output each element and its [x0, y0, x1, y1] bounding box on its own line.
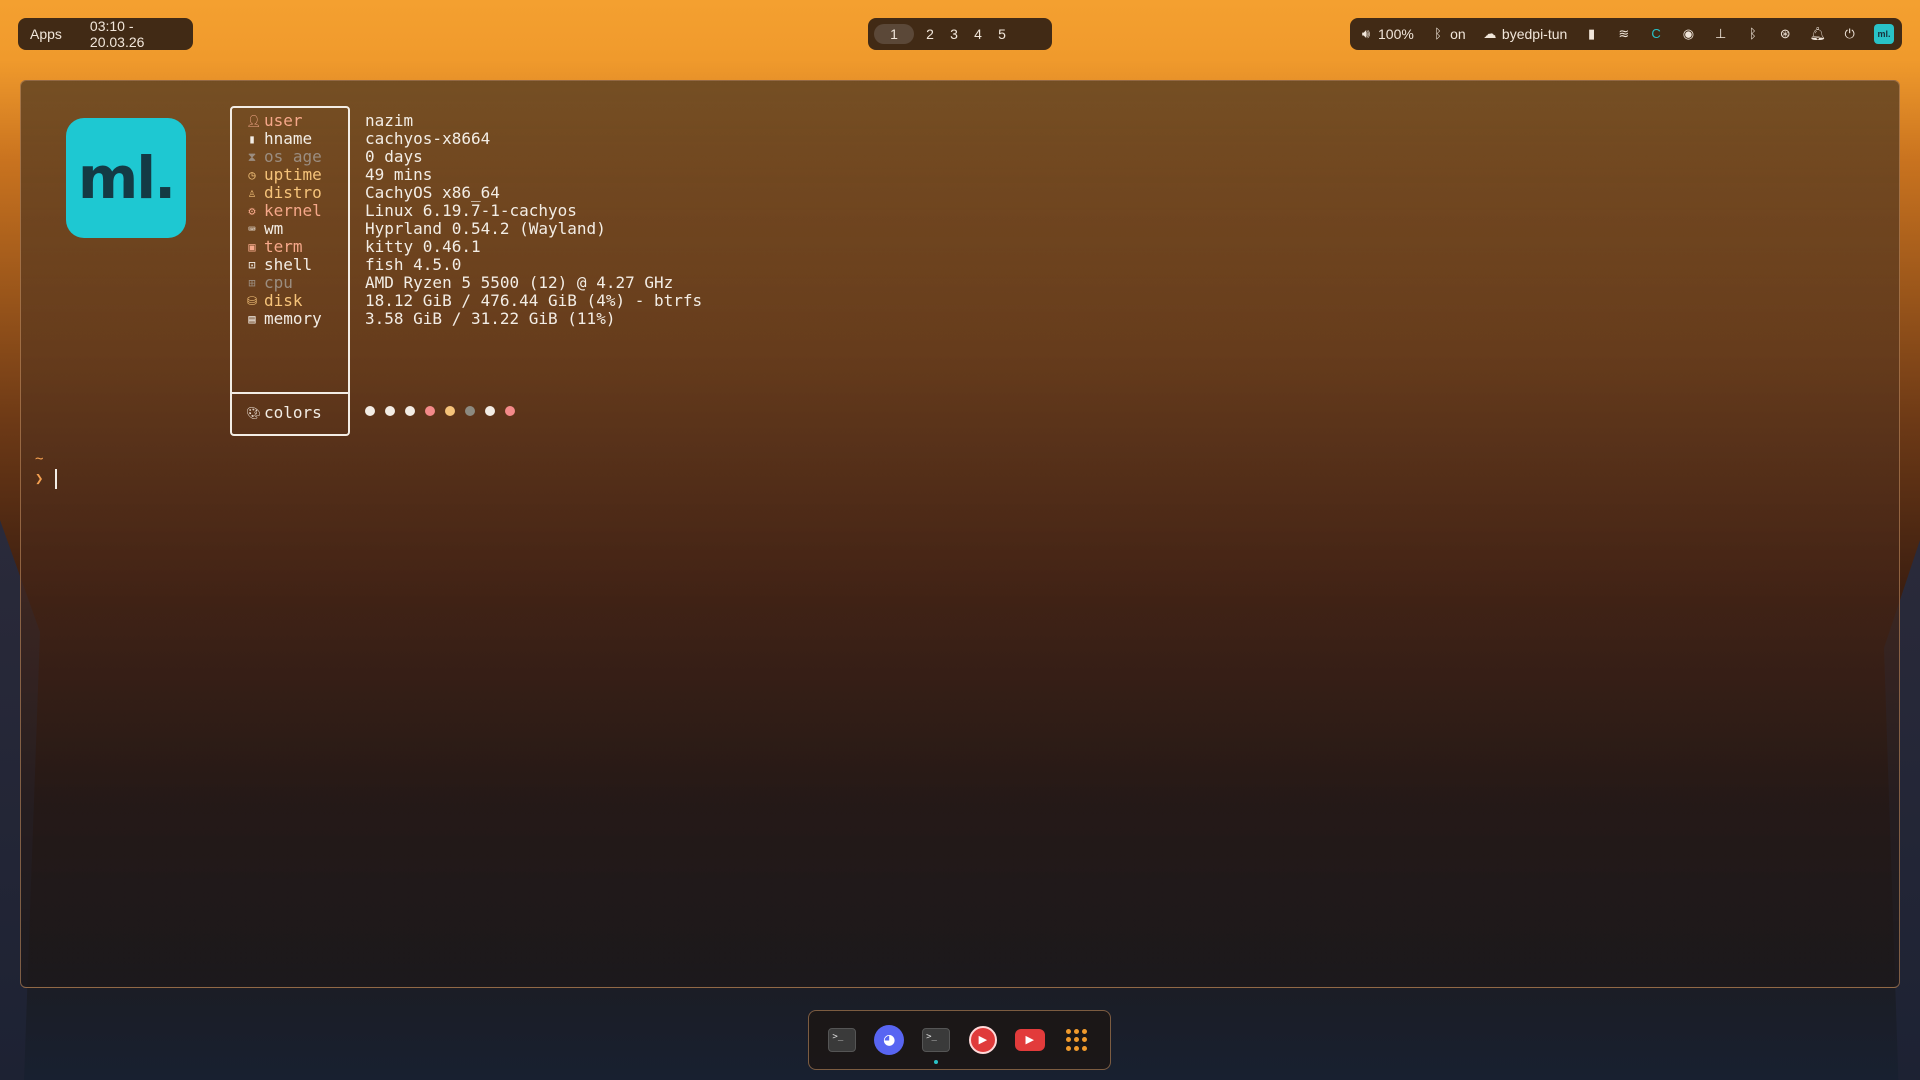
kitty-icon: ▣	[248, 240, 256, 254]
workspace-3[interactable]: 3	[942, 26, 966, 42]
network-tree-icon[interactable]: ⊥	[1713, 26, 1729, 42]
palette-icon: 🎨︎	[246, 406, 262, 420]
box-divider	[232, 392, 348, 394]
clock-icon: ◷	[248, 168, 256, 182]
info-value-memory: 3.58 GiB / 31.22 GiB (11%)	[365, 309, 616, 328]
system-tray: 🔊︎ 100% ᛒ on ☁︎ byedpi-tun ▮ ≋ C ◉ ⊥ ᛒ ⊛…	[1350, 18, 1902, 50]
layers-icon[interactable]: ≋	[1616, 26, 1632, 42]
text-cursor	[55, 469, 57, 489]
power-icon[interactable]: ⏻	[1842, 26, 1858, 42]
cachyos-tray-icon[interactable]: C	[1648, 26, 1664, 42]
youtube-icon: ▶	[1014, 1029, 1045, 1051]
vpn-name: byedpi-tun	[1501, 26, 1568, 42]
grid-icon	[1065, 1029, 1088, 1051]
workspace-5[interactable]: 5	[990, 26, 1014, 42]
volume-control[interactable]: 🔊︎ 100%	[1358, 26, 1414, 42]
palette-dot-2	[385, 406, 395, 416]
workspace-2[interactable]: 2	[918, 26, 942, 42]
bluetooth-icon: ᛒ	[1434, 26, 1442, 41]
workspace-switcher: 1 2 3 4 5	[868, 18, 1052, 50]
host-icon: ▮	[248, 132, 256, 146]
info-label-memory: ▤ memory	[246, 308, 322, 330]
memory-icon: ▤	[248, 312, 256, 326]
prompt-directory: ~	[35, 451, 44, 467]
dock: >_ ◕ >_ ▶ ▶	[808, 1010, 1111, 1070]
terminal-window[interactable]: ml. 👤︎ user ▮ hname ⧗ os age ◷ uptime ♙ distro ⚙ ke…	[20, 80, 1900, 988]
info-label-text: memory	[264, 309, 322, 328]
terminal-icon: ⊡	[248, 258, 256, 272]
record-icon: ▶	[968, 1026, 997, 1054]
colors-label: colors	[264, 403, 322, 422]
palette-dot-7	[485, 406, 495, 416]
steam-tray-icon[interactable]: ⊛	[1777, 26, 1793, 42]
apps-button[interactable]: Apps	[30, 26, 62, 42]
bluetooth-tray-icon[interactable]: ᛒ	[1745, 26, 1761, 42]
dock-terminal-1[interactable]: >_	[826, 1024, 858, 1056]
cpu-icon: ⊞	[248, 276, 256, 290]
workspace-1[interactable]: 1	[874, 24, 914, 44]
keyboard-icon: ⌨	[248, 222, 256, 236]
palette-dot-5	[445, 406, 455, 416]
volume-level: 100%	[1378, 26, 1414, 42]
user-icon: 👤︎	[246, 114, 262, 128]
linux-icon: ♙	[248, 186, 256, 200]
topbar-left: Apps 03:10 - 20.03.26	[18, 18, 193, 50]
dock-youtube[interactable]: ▶	[1014, 1024, 1046, 1056]
network-icon: ☁︎	[1483, 26, 1497, 41]
hourglass-icon: ⧗	[247, 150, 257, 164]
equalizer-icon[interactable]: ▮	[1584, 26, 1600, 42]
clock[interactable]: 03:10 - 20.03.26	[90, 18, 181, 50]
dock-discord[interactable]: ◕	[873, 1024, 905, 1056]
palette-dot-4	[425, 406, 435, 416]
dock-screen-recorder[interactable]: ▶	[967, 1024, 999, 1056]
prompt-symbol: ❯	[35, 471, 44, 487]
palette-dot-6	[465, 406, 475, 416]
palette-dot-3	[405, 406, 415, 416]
fastfetch-logo: ml.	[66, 118, 186, 238]
bluetooth-status: on	[1450, 26, 1466, 42]
discord-icon: ◕	[874, 1025, 905, 1055]
user-avatar-badge[interactable]: ml.	[1873, 24, 1894, 44]
terminal-icon: >_	[828, 1028, 857, 1052]
notification-bell-icon[interactable]: 🔔︎	[1809, 26, 1826, 42]
dock-terminal-2[interactable]: >_	[920, 1024, 952, 1064]
running-indicator	[934, 1060, 939, 1064]
network-vpn[interactable]: ☁︎ byedpi-tun	[1482, 26, 1567, 42]
gear-icon: ⚙	[248, 204, 256, 218]
dock-app-launcher[interactable]	[1061, 1024, 1093, 1056]
palette-dot-1	[365, 406, 375, 416]
disk-icon: ⛁	[246, 294, 258, 308]
color-palette	[365, 406, 515, 416]
terminal-icon: >_	[922, 1028, 951, 1052]
bluetooth-toggle[interactable]: ᛒ on	[1430, 26, 1466, 42]
colors-label-row: 🎨︎ colors	[246, 402, 322, 424]
discord-tray-icon[interactable]: ◉	[1680, 26, 1696, 42]
speaker-icon: 🔊︎	[1361, 26, 1371, 41]
workspace-4[interactable]: 4	[966, 26, 990, 42]
palette-dot-8	[505, 406, 515, 416]
